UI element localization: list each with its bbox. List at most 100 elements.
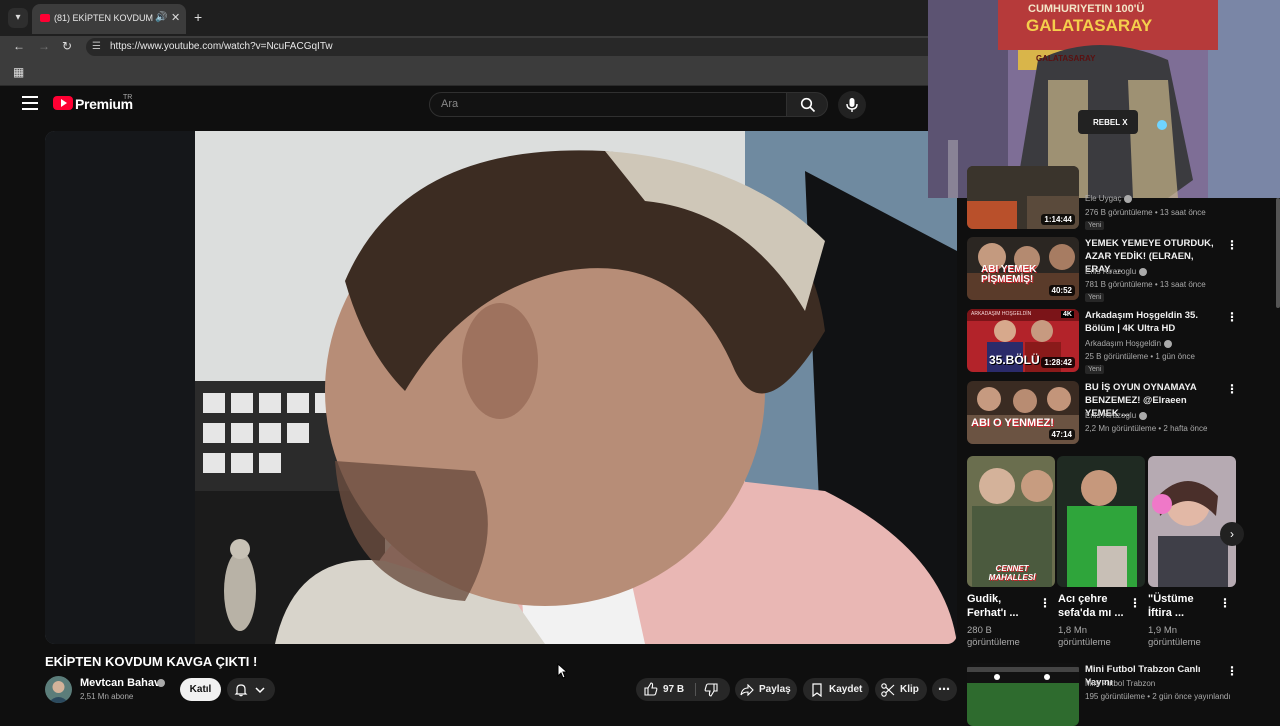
short-thumbnail-text: CENNET MAHALLESİ [988, 564, 1036, 582]
more-vertical-icon[interactable]: ⋮ [1226, 238, 1238, 252]
video-channel[interactable]: Ele Uygaç [1085, 194, 1133, 203]
short-thumbnail[interactable] [1148, 456, 1236, 587]
list-item[interactable]: ABI O YENMEZ! 47:14 BU İŞ OYUN OYNAMAYA … [967, 381, 1272, 449]
video-meta: 195 görüntüleme • 2 gün önce yayınlandı [1085, 692, 1231, 701]
browser-tab[interactable]: (81) EKİPTEN KOVDUM KAVGA 🔊 ✕ [32, 4, 186, 34]
video-frame [45, 131, 957, 644]
video-meta: 781 B görüntüleme • 13 saat önce [1085, 280, 1206, 289]
like-dislike-group: 97 B [636, 678, 730, 701]
video-title: EKİPTEN KOVDUM KAVGA ÇIKTI ! [45, 654, 258, 669]
clip-label: Klip [900, 684, 919, 695]
verified-badge-icon [1124, 194, 1133, 203]
youtube-favicon-icon [40, 14, 50, 22]
microphone-icon [846, 98, 858, 112]
video-thumbnail[interactable]: ARKADAŞIM HOŞGELDİN 4K 35.BÖLÜ 1:28:42 [967, 309, 1079, 372]
video-thumbnail[interactable]: ABI O YENMEZ! 47:14 [967, 381, 1079, 444]
short-thumbnail[interactable] [1057, 456, 1145, 587]
tab-search-dropdown[interactable]: ▾ [8, 8, 28, 28]
short-title[interactable]: Acı çehre sefa'da mı ... [1058, 592, 1128, 620]
search-button[interactable] [786, 92, 828, 117]
new-badge: Yeni [1085, 293, 1105, 302]
hamburger-menu-icon[interactable] [22, 96, 38, 110]
thumbs-down-icon [704, 683, 718, 697]
url-text: https://www.youtube.com/watch?v=NcuFACGq… [110, 41, 333, 52]
list-item[interactable]: ABI YEMEK PİŞMEMİŞ! 40:52 YEMEK YEMEYE O… [967, 237, 1272, 305]
short-title[interactable]: "Üstüme İftira ... [1148, 592, 1218, 620]
back-icon[interactable]: ← [13, 39, 25, 53]
search-input[interactable]: Ara [429, 92, 787, 117]
short-views: 280 B görüntüleme [967, 625, 1020, 648]
bookmark-icon [812, 683, 822, 697]
scissors-icon [881, 683, 895, 697]
new-badge: Yeni [1085, 221, 1105, 230]
video-thumbnail[interactable] [967, 663, 1079, 726]
save-label: Kaydet [829, 684, 863, 695]
thumbnail-text: 35.BÖLÜ [989, 353, 1040, 367]
dislike-button[interactable] [696, 678, 730, 701]
short-views: 1,9 Mn görüntüleme [1148, 625, 1201, 648]
short-thumbnail[interactable]: CENNET MAHALLESİ [967, 456, 1055, 587]
subscriber-count: 2,51 Mn abone [80, 692, 134, 701]
like-button[interactable]: 97 B [636, 678, 694, 701]
more-vertical-icon[interactable]: ⋮ [1226, 664, 1238, 678]
join-button[interactable]: Katıl [180, 678, 221, 701]
new-badge: Yeni [1085, 365, 1105, 374]
share-button[interactable]: Paylaş [735, 678, 797, 701]
more-vertical-icon[interactable]: ⋮ [1219, 596, 1231, 610]
video-channel[interactable]: Mini Futbol Trabzon [1085, 679, 1155, 688]
more-vertical-icon[interactable]: ⋮ [1226, 382, 1238, 396]
video-duration: 47:14 [1048, 429, 1075, 440]
address-bar[interactable]: ☰ https://www.youtube.com/watch?v=NcuFAC… [86, 38, 986, 56]
youtube-logo-icon[interactable] [53, 96, 73, 110]
channel-avatar[interactable] [45, 676, 72, 703]
more-vertical-icon[interactable]: ⋮ [1226, 310, 1238, 324]
verified-badge-icon [1139, 267, 1148, 276]
more-horizontal-icon: ⋯ [938, 682, 950, 696]
tab-close-icon[interactable]: ✕ [171, 11, 180, 24]
chevron-right-icon[interactable]: › [1220, 522, 1244, 546]
audio-playing-icon[interactable]: 🔊 [155, 12, 167, 23]
clip-button[interactable]: Klip [875, 678, 927, 701]
chair-brand: REBEL X [1093, 118, 1128, 127]
video-thumbnail[interactable]: ABI YEMEK PİŞMEMİŞ! 40:52 [967, 237, 1079, 300]
verified-badge-icon [1164, 339, 1173, 348]
notifications-button[interactable] [227, 678, 275, 701]
webcam-banner-line2: GALATASARAY [1026, 16, 1153, 35]
more-actions-button[interactable]: ⋯ [932, 678, 957, 701]
mouse-cursor-icon [557, 663, 567, 679]
country-code: TR [123, 94, 133, 101]
site-info-icon[interactable]: ☰ [92, 41, 101, 52]
forward-icon[interactable]: → [38, 39, 50, 53]
video-player[interactable] [45, 131, 957, 644]
video-meta: 25 B görüntüleme • 1 gün önce [1085, 352, 1195, 361]
search-icon [800, 97, 816, 113]
video-thumbnail[interactable]: 1:14:44 [967, 166, 1079, 229]
more-vertical-icon[interactable]: ⋮ [1039, 596, 1051, 610]
new-tab-icon[interactable]: + [194, 10, 202, 24]
save-button[interactable]: Kaydet [803, 678, 869, 701]
4k-badge: 4K [1061, 311, 1074, 318]
short-title[interactable]: Gudik, Ferhat'ı ... [967, 592, 1037, 620]
video-channel[interactable]: Arkadaşım Hoşgeldin [1085, 339, 1173, 348]
video-channel[interactable]: Enis Kirazoglu [1085, 267, 1148, 276]
chevron-down-icon [255, 687, 265, 694]
tab-title: (81) EKİPTEN KOVDUM KAVGA [54, 13, 154, 23]
reload-icon[interactable]: ↻ [62, 39, 72, 53]
list-item[interactable]: 1:14:44 Ele Uygaç 276 B görüntüleme • 13… [967, 166, 1272, 234]
video-title[interactable]: Arkadaşım Hoşgeldin 35. Bölüm | 4K Ultra… [1085, 309, 1220, 335]
thumbnail-text: ABI O YENMEZ! [971, 417, 1054, 429]
video-duration: 1:28:42 [1041, 357, 1075, 368]
list-item[interactable]: Mini Futbol Trabzon Canlı Yayını Mini Fu… [967, 663, 1272, 726]
list-item[interactable]: ARKADAŞIM HOŞGELDİN 4K 35.BÖLÜ 1:28:42 A… [967, 309, 1272, 377]
verified-badge-icon [1139, 411, 1148, 420]
video-meta: 276 B görüntüleme • 13 saat önce [1085, 208, 1206, 217]
video-channel[interactable]: Enis Kirazoglu [1085, 411, 1148, 420]
more-vertical-icon[interactable]: ⋮ [1129, 596, 1141, 610]
thumbs-up-icon [644, 682, 658, 696]
bell-icon [234, 684, 248, 697]
voice-search-button[interactable] [838, 91, 866, 119]
channel-name[interactable]: Mevtcan Bahav [80, 677, 160, 689]
sidebar-scrollbar[interactable] [1276, 198, 1280, 308]
video-duration: 40:52 [1048, 285, 1075, 296]
apps-grid-icon[interactable]: ▦ [13, 65, 24, 79]
